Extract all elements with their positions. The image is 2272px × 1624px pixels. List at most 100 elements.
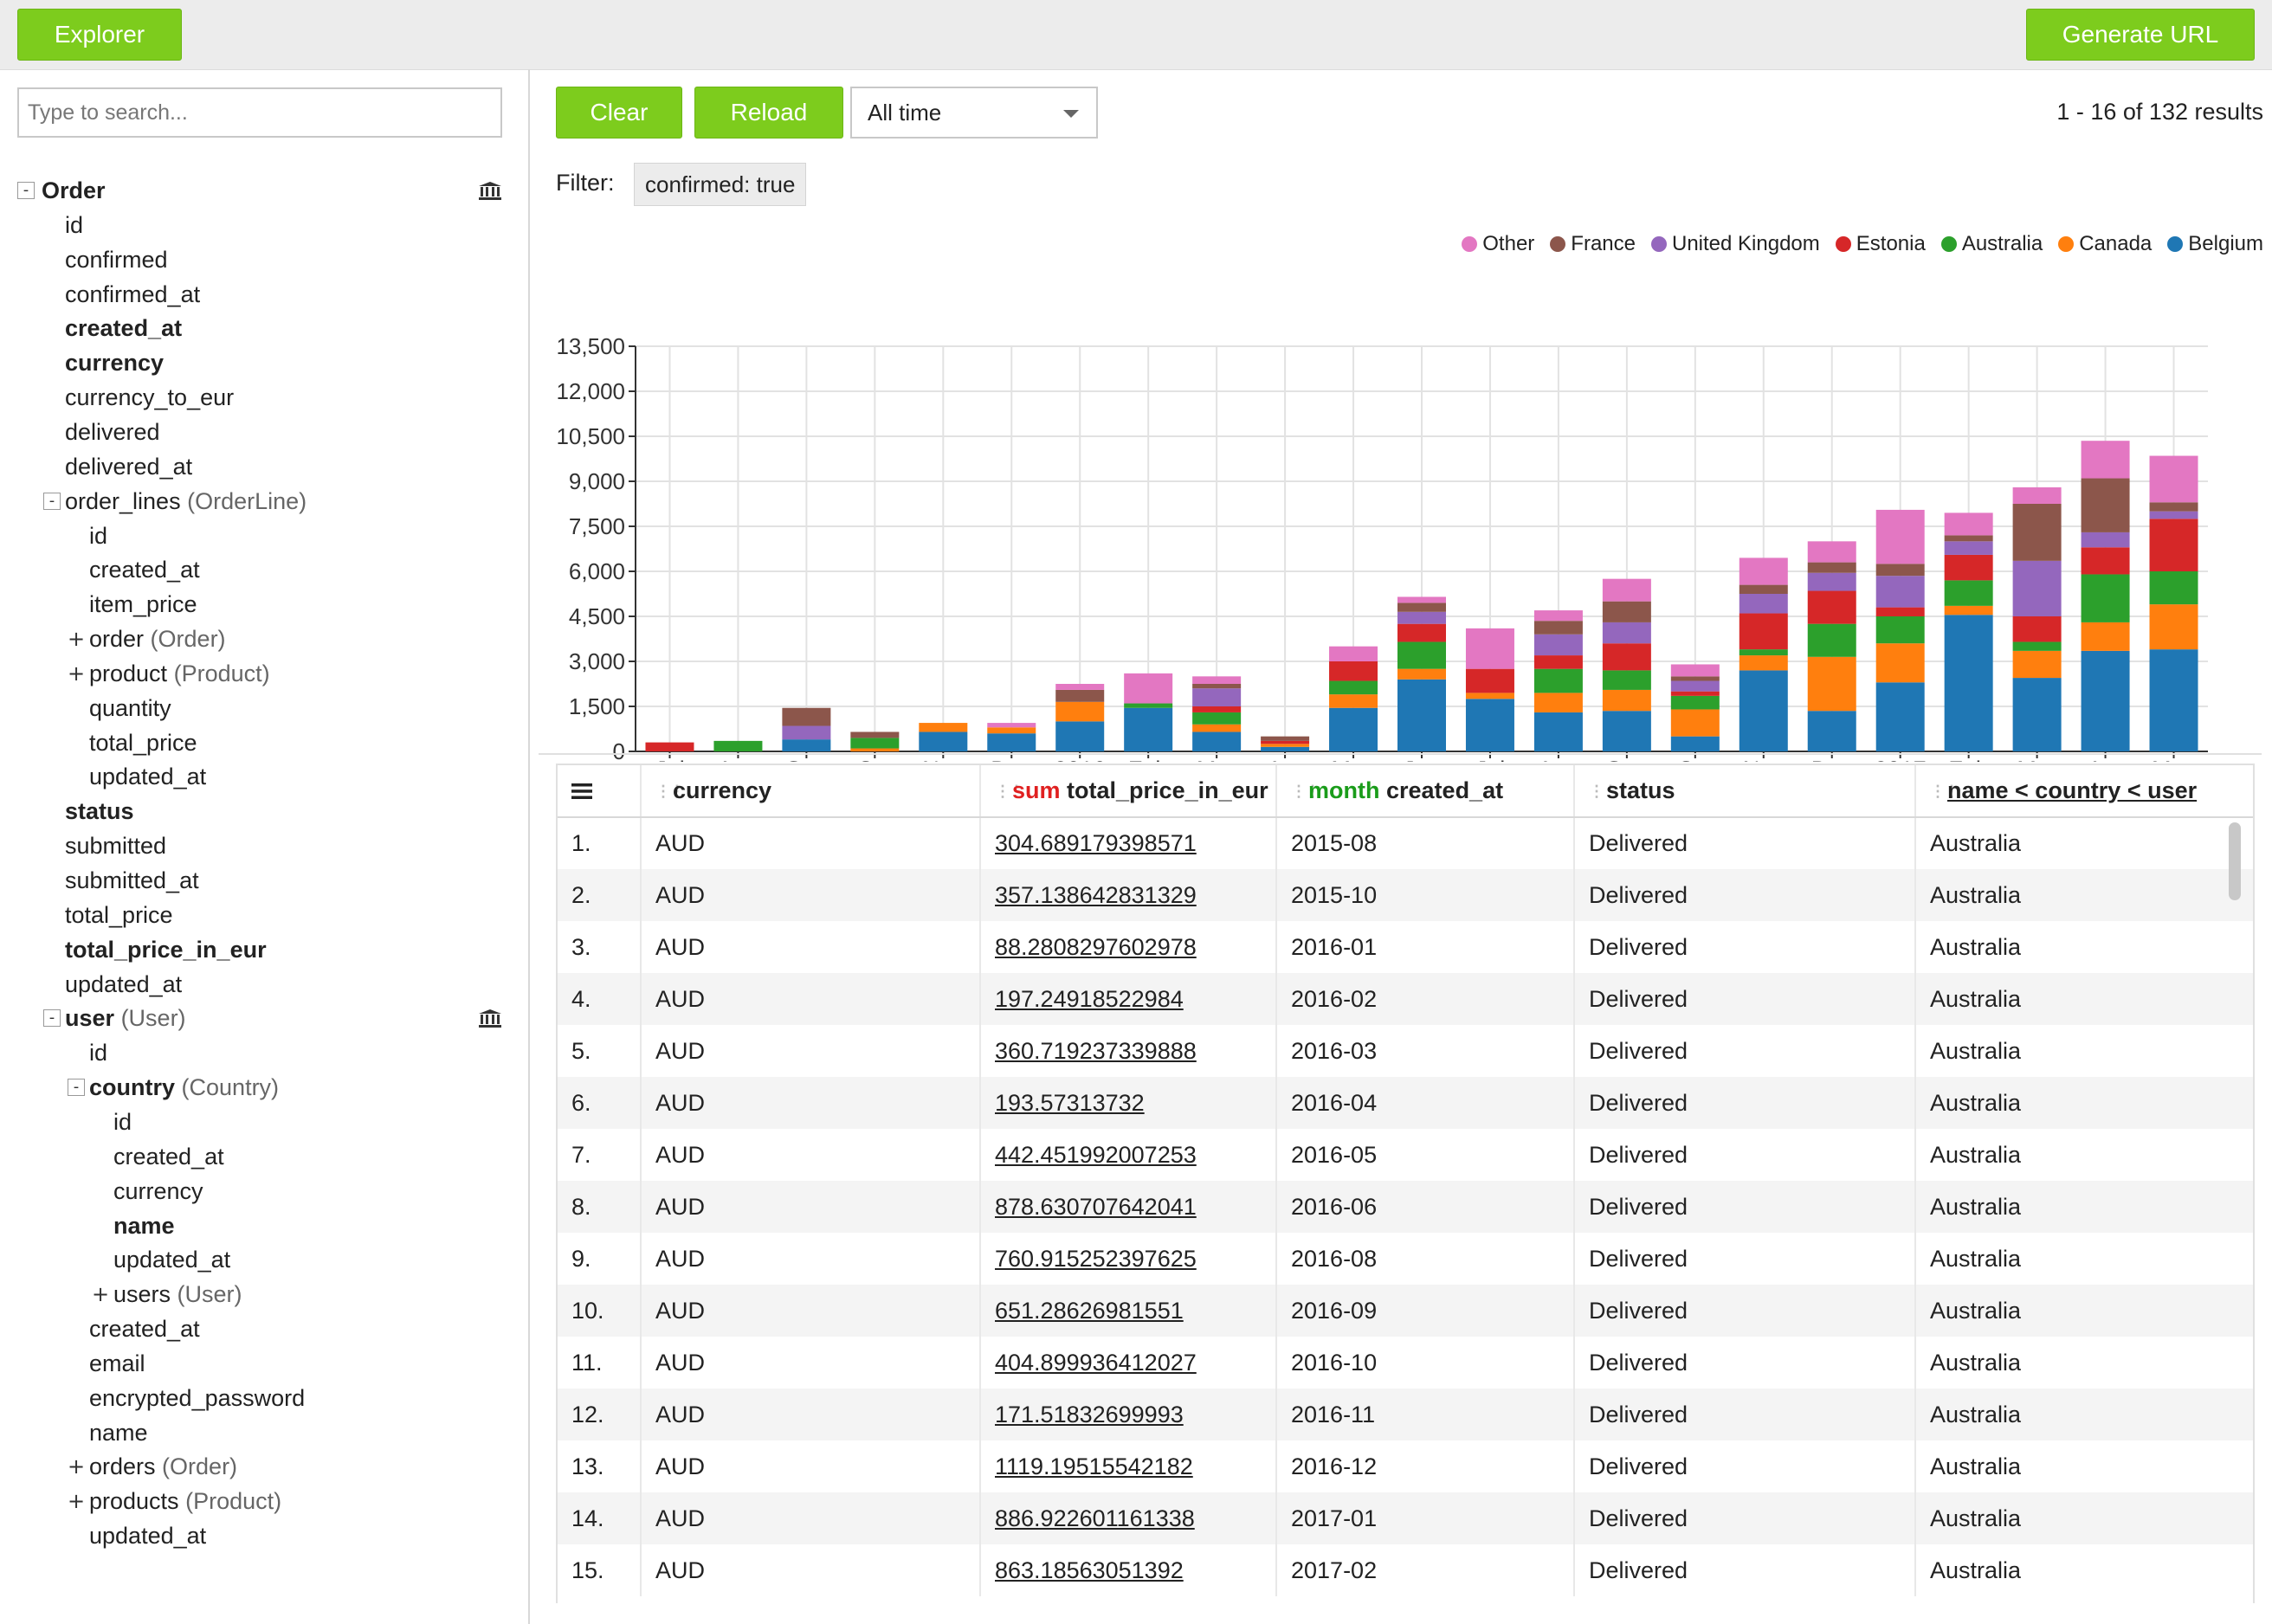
tree-item[interactable]: - user (User) [0, 1001, 528, 1035]
total-price-link[interactable]: 171.51832699993 [995, 1402, 1184, 1427]
total-price-link[interactable]: 404.899936412027 [995, 1350, 1197, 1376]
tree-item[interactable]: - country (Country) [0, 1070, 528, 1105]
total-price-cell[interactable]: 88.2808297602978 [980, 921, 1277, 973]
tree-item[interactable]: - Order [0, 173, 528, 208]
total-price-cell[interactable]: 357.138642831329 [980, 869, 1277, 921]
drag-handle-icon[interactable]: ⋮⋮ [1930, 783, 1959, 801]
expand-icon[interactable]: + [68, 1456, 85, 1477]
search-input[interactable] [17, 87, 502, 138]
tree-item[interactable]: delivered [0, 415, 528, 449]
tree-item[interactable]: currency [0, 1174, 528, 1208]
tree-item[interactable]: name [0, 1415, 528, 1450]
total-price-link[interactable]: 357.138642831329 [995, 882, 1197, 908]
tree-item[interactable]: currency_to_eur [0, 380, 528, 415]
tree-item[interactable]: updated_at [0, 1242, 528, 1277]
tree-item[interactable]: created_at [0, 311, 528, 345]
tree-item[interactable]: created_at [0, 552, 528, 587]
total-price-cell[interactable]: 760.915252397625 [980, 1233, 1277, 1285]
tree-item[interactable]: created_at [0, 1139, 528, 1174]
tree-item[interactable]: delivered_at [0, 449, 528, 484]
tree-item[interactable]: id [0, 1035, 528, 1070]
bank-icon[interactable] [478, 181, 502, 200]
filter-chip[interactable]: confirmed: true [634, 163, 807, 206]
tree-item[interactable]: updated_at [0, 759, 528, 794]
drag-handle-icon[interactable]: ⋮⋮ [1589, 783, 1618, 801]
drag-handle-icon[interactable]: ⋮⋮ [1291, 783, 1320, 801]
column-header-country-name[interactable]: ⋮⋮name < country < user [1915, 765, 2253, 818]
total-price-link[interactable]: 197.24918522984 [995, 986, 1184, 1012]
generate-url-button[interactable]: Generate URL [2026, 9, 2255, 61]
collapse-icon[interactable]: - [43, 492, 61, 510]
tree-item[interactable]: id [0, 1105, 528, 1139]
column-header-created-at[interactable]: ⋮⋮month created_at [1276, 765, 1575, 818]
tree-item[interactable]: + order (Order) [0, 622, 528, 656]
tree-item[interactable]: id [0, 519, 528, 553]
total-price-cell[interactable]: 878.630707642041 [980, 1181, 1277, 1233]
tree-item[interactable]: + orders (Order) [0, 1449, 528, 1484]
total-price-link[interactable]: 760.915252397625 [995, 1246, 1197, 1272]
tree-item[interactable]: confirmed_at [0, 277, 528, 312]
tree-item[interactable]: + users (User) [0, 1277, 528, 1311]
total-price-link[interactable]: 886.922601161338 [995, 1505, 1195, 1531]
tree-item[interactable]: confirmed [0, 242, 528, 277]
total-price-cell[interactable]: 360.719237339888 [980, 1025, 1277, 1077]
clear-button[interactable]: Clear [556, 87, 682, 139]
expand-icon[interactable]: + [92, 1284, 109, 1305]
reload-button[interactable]: Reload [694, 87, 843, 139]
bank-icon[interactable] [478, 1009, 502, 1028]
column-header-currency[interactable]: ⋮⋮currency [641, 765, 981, 818]
total-price-cell[interactable]: 886.922601161338 [980, 1492, 1277, 1544]
tree-item[interactable]: currency [0, 345, 528, 380]
total-price-link[interactable]: 878.630707642041 [995, 1194, 1197, 1220]
table-menu-button[interactable] [558, 765, 642, 818]
tree-item[interactable]: item_price [0, 587, 528, 622]
tree-item[interactable]: name [0, 1208, 528, 1243]
tree-item[interactable]: - order_lines (OrderLine) [0, 484, 528, 519]
tree-item[interactable]: email [0, 1346, 528, 1381]
table-scrollbar[interactable] [2229, 822, 2241, 900]
drag-handle-icon[interactable]: ⋮⋮ [655, 783, 685, 801]
tree-item[interactable]: total_price_in_eur [0, 932, 528, 967]
tree-item[interactable]: submitted [0, 828, 528, 863]
total-price-cell[interactable]: 863.18563051392 [980, 1544, 1277, 1596]
column-header-total-price[interactable]: ⋮⋮sum total_price_in_eur [980, 765, 1277, 818]
column-header-status[interactable]: ⋮⋮status [1574, 765, 1916, 818]
tree-item[interactable]: encrypted_password [0, 1381, 528, 1415]
tree-item[interactable]: updated_at [0, 967, 528, 1002]
total-price-link[interactable]: 88.2808297602978 [995, 934, 1197, 960]
tree-item[interactable]: created_at [0, 1311, 528, 1346]
total-price-link[interactable]: 193.57313732 [995, 1090, 1145, 1116]
expand-icon[interactable]: + [68, 628, 85, 649]
tree-item[interactable]: updated_at [0, 1518, 528, 1553]
total-price-link[interactable]: 304.689179398571 [995, 830, 1197, 856]
collapse-icon[interactable]: - [43, 1009, 61, 1028]
collapse-icon[interactable]: - [68, 1079, 85, 1097]
total-price-cell[interactable]: 442.451992007253 [980, 1129, 1277, 1181]
tree-item[interactable]: id [0, 208, 528, 242]
total-price-cell[interactable]: 651.28626981551 [980, 1285, 1277, 1337]
total-price-link[interactable]: 360.719237339888 [995, 1038, 1197, 1064]
total-price-cell[interactable]: 193.57313732 [980, 1077, 1277, 1129]
tree-item[interactable]: + products (Product) [0, 1484, 528, 1518]
expand-icon[interactable]: + [68, 1491, 85, 1511]
total-price-cell[interactable]: 404.899936412027 [980, 1337, 1277, 1389]
expand-icon[interactable]: + [68, 663, 85, 684]
time-range-select[interactable]: All time [850, 87, 1098, 139]
total-price-link[interactable]: 1119.19515542182 [995, 1453, 1193, 1479]
total-price-link[interactable]: 863.18563051392 [995, 1557, 1184, 1583]
collapse-icon[interactable]: - [17, 182, 35, 199]
tree-item[interactable]: total_price [0, 725, 528, 760]
total-price-link[interactable]: 651.28626981551 [995, 1298, 1184, 1324]
tree-item[interactable]: status [0, 794, 528, 828]
total-price-cell[interactable]: 197.24918522984 [980, 973, 1277, 1025]
total-price-cell[interactable]: 304.689179398571 [980, 817, 1277, 869]
tree-item[interactable]: submitted_at [0, 863, 528, 898]
drag-handle-icon[interactable]: ⋮⋮ [995, 783, 1024, 801]
tree-item[interactable]: + product (Product) [0, 656, 528, 691]
tree-item[interactable]: quantity [0, 691, 528, 725]
total-price-cell[interactable]: 171.51832699993 [980, 1389, 1277, 1440]
total-price-cell[interactable]: 1119.19515542182 [980, 1440, 1277, 1492]
tree-item[interactable]: total_price [0, 898, 528, 932]
total-price-link[interactable]: 442.451992007253 [995, 1142, 1197, 1168]
explorer-button[interactable]: Explorer [17, 9, 182, 61]
